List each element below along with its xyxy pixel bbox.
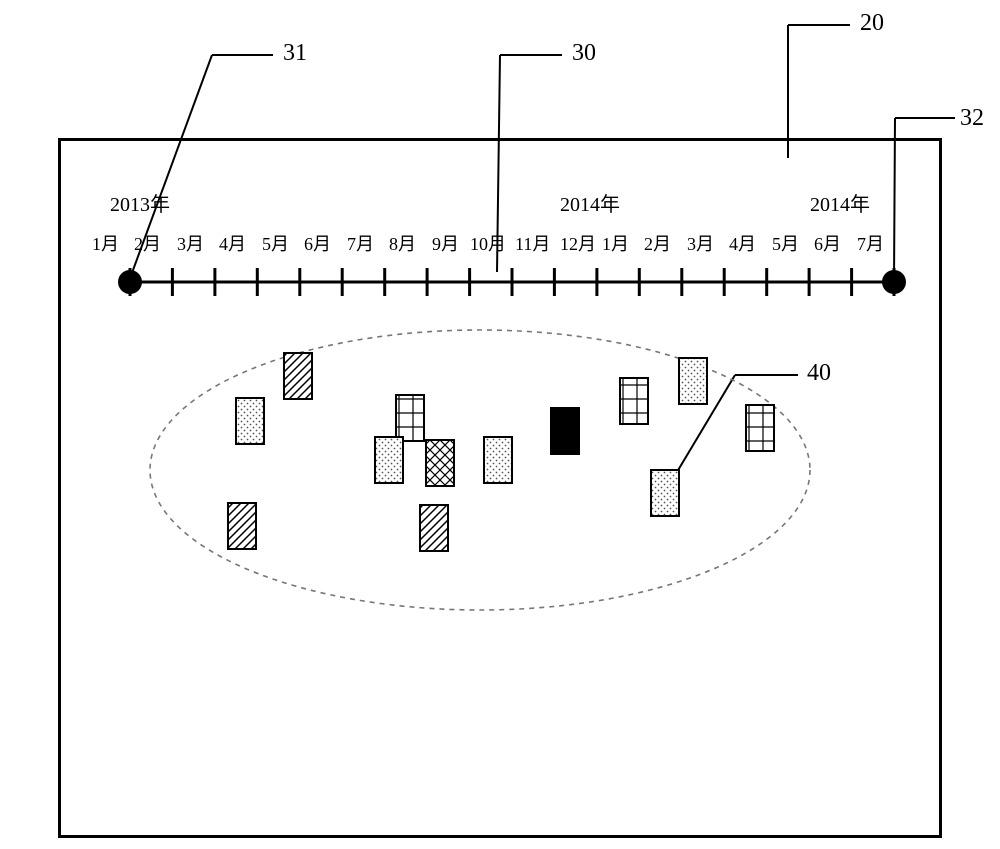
month-label: 4月 <box>729 230 756 256</box>
month-label: 1月 <box>92 230 119 256</box>
month-label: 7月 <box>857 230 884 256</box>
month-label: 6月 <box>814 230 841 256</box>
callout-32: 32 <box>960 105 984 132</box>
year-left: 2013年 <box>110 188 170 217</box>
month-label: 1月 <box>602 230 629 256</box>
months-row: 1月 2月 3月 4月 5月 6月 7月 8月 9月 10月 11月 12月 1… <box>92 230 922 254</box>
month-label: 7月 <box>347 230 374 256</box>
callout-20: 20 <box>860 10 884 37</box>
month-label: 5月 <box>772 230 799 256</box>
month-label: 8月 <box>389 230 416 256</box>
month-label: 3月 <box>687 230 714 256</box>
month-label: 10月 <box>470 230 506 256</box>
year-right: 2014年 <box>810 188 870 217</box>
diagram-stage: 31 30 20 32 40 2013年 2014年 2014年 1月 2月 3… <box>0 0 1000 849</box>
month-label: 3月 <box>177 230 204 256</box>
month-label: 9月 <box>432 230 459 256</box>
month-label: 2月 <box>644 230 671 256</box>
month-label: 2月 <box>134 230 161 256</box>
month-label: 6月 <box>304 230 331 256</box>
month-label: 12月 <box>560 230 596 256</box>
year-center: 2014年 <box>560 188 620 217</box>
month-label: 4月 <box>219 230 246 256</box>
callout-31: 31 <box>283 40 307 67</box>
callout-30: 30 <box>572 40 596 67</box>
month-label: 5月 <box>262 230 289 256</box>
month-label: 11月 <box>515 230 550 256</box>
callout-40: 40 <box>807 360 831 387</box>
